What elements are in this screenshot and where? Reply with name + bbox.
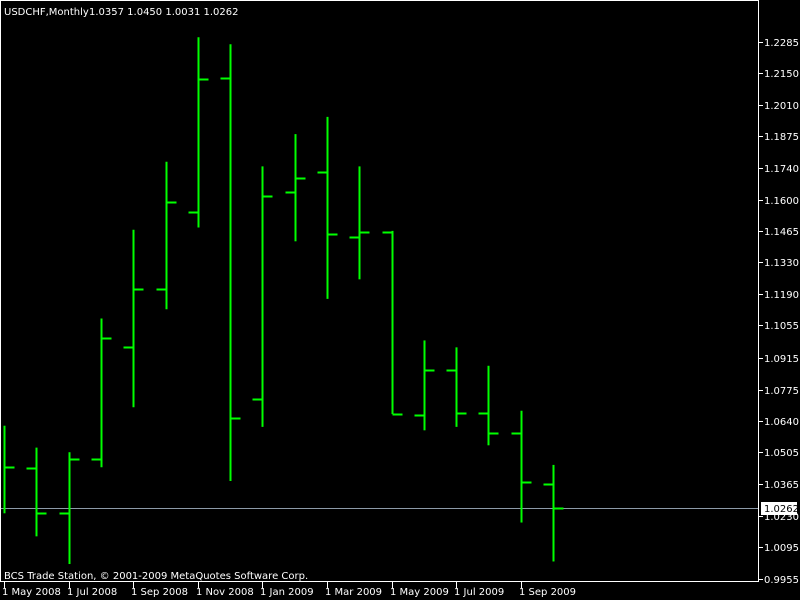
x-tick-label: 1 May 2008 (2, 587, 61, 598)
x-tick-label: 1 Sep 2009 (519, 587, 576, 598)
x-tick-label: 1 Nov 2008 (196, 587, 254, 598)
y-tick-label: 1.0915 (764, 354, 799, 365)
y-tick-label: 1.0640 (764, 417, 799, 428)
chart-background (0, 0, 800, 600)
x-tick-label: 1 Mar 2009 (325, 587, 382, 598)
x-tick-label: 1 Sep 2008 (131, 587, 188, 598)
x-tick-label: 1 May 2009 (390, 587, 449, 598)
y-tick-label: 1.1740 (764, 164, 799, 175)
current-price-label-text: 1.0262 (764, 504, 799, 515)
x-tick-label: 1 Jan 2009 (260, 587, 314, 598)
y-tick-label: 1.0095 (764, 543, 799, 554)
y-tick-label: 1.1875 (764, 132, 799, 143)
y-tick-label: 0.9955 (764, 575, 799, 586)
price-chart[interactable]: 1.2285 1.2150 1.2010 1.1875 1.1740 1.1600 1.14… (0, 0, 800, 600)
copyright-text: BCS Trade Station, © 2001-2009 MetaQuote… (4, 571, 308, 582)
y-tick-label: 1.0775 (764, 386, 799, 397)
y-tick-label: 1.1330 (764, 258, 799, 269)
y-tick-label: 1.2285 (764, 38, 799, 49)
y-tick-label: 1.2150 (764, 69, 799, 80)
symbol-title: USDCHF,Monthly (4, 7, 89, 18)
x-tick-label: 1 Jul 2009 (454, 587, 504, 598)
ohlc-readout: 1.0357 1.0450 1.0031 1.0262 (89, 7, 239, 18)
y-tick-label: 1.1465 (764, 227, 799, 238)
y-tick-label: 1.2010 (764, 101, 799, 112)
y-tick-label: 1.1600 (764, 196, 799, 207)
y-tick-label: 1.1055 (764, 321, 799, 332)
y-tick-label: 1.0505 (764, 448, 799, 459)
current-price-label: 1.0262 (761, 502, 799, 515)
x-tick-label: 1 Jul 2008 (67, 587, 117, 598)
y-tick-label: 1.0365 (764, 480, 799, 491)
y-tick-label: 1.1190 (764, 290, 799, 301)
